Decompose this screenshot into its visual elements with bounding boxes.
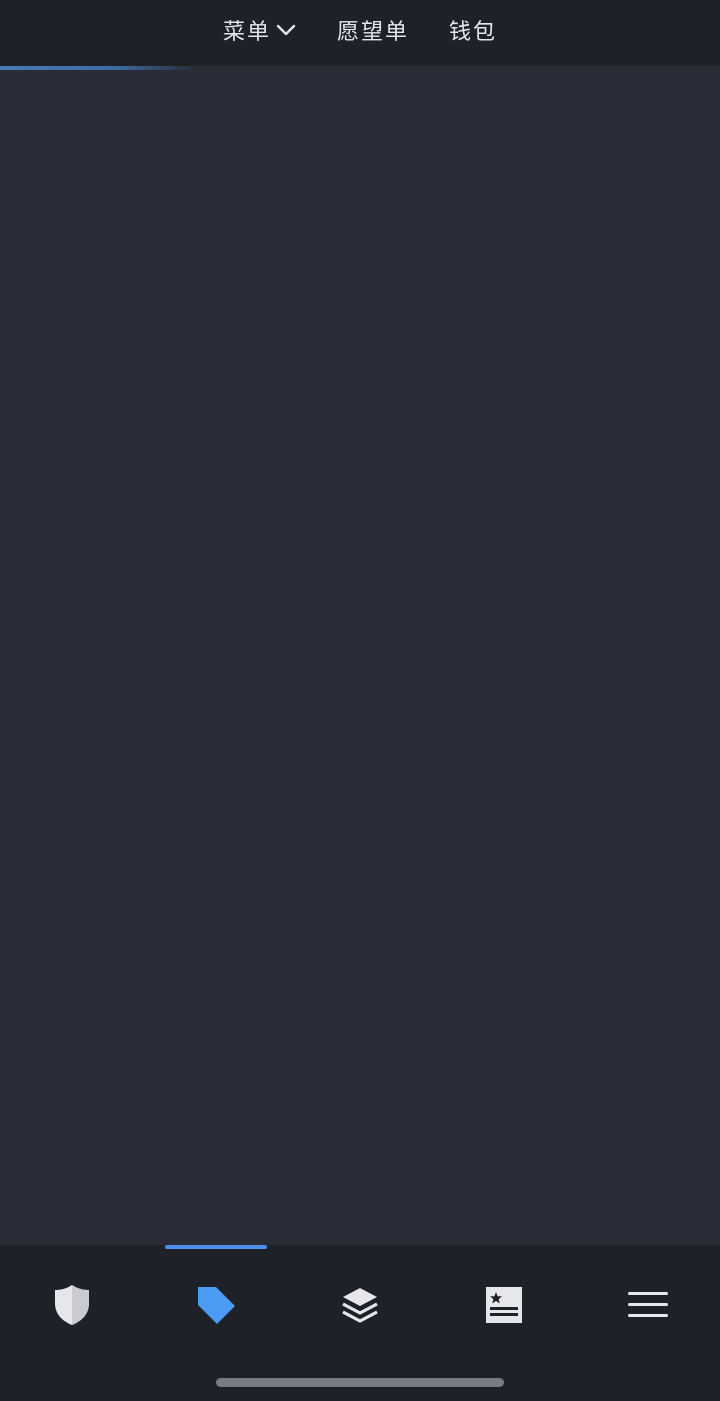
wallet-link[interactable]: 钱包 — [449, 14, 497, 46]
wishlist-label: 愿望单 — [336, 20, 409, 45]
main-content-area — [0, 70, 720, 1245]
top-nav: 菜单 愿望单 钱包 — [0, 0, 720, 60]
tab-list — [0, 1265, 720, 1345]
tab-news[interactable] — [432, 1265, 576, 1345]
shield-icon — [55, 1285, 89, 1325]
news-icon — [486, 1287, 522, 1323]
tab-library-layers[interactable] — [288, 1265, 432, 1345]
tag-icon — [198, 1287, 235, 1324]
app-root: 菜单 愿望单 钱包 — [0, 0, 720, 1401]
home-indicator-bar[interactable] — [216, 1378, 504, 1387]
bottom-tab-bar — [0, 1245, 720, 1401]
tab-store-shield[interactable] — [0, 1265, 144, 1345]
top-header: 菜单 愿望单 钱包 — [0, 0, 720, 66]
layers-icon — [342, 1288, 378, 1323]
hamburger-menu-icon — [628, 1292, 668, 1317]
tab-more-menu[interactable] — [576, 1265, 720, 1345]
menu-label: 菜单 — [222, 20, 271, 45]
active-tab-indicator — [165, 1245, 267, 1249]
chevron-down-icon — [275, 19, 297, 41]
menu-dropdown-button[interactable]: 菜单 — [223, 14, 297, 46]
wallet-label: 钱包 — [449, 20, 498, 45]
wishlist-link[interactable]: 愿望单 — [337, 14, 409, 46]
tab-deals-tag[interactable] — [144, 1265, 288, 1345]
